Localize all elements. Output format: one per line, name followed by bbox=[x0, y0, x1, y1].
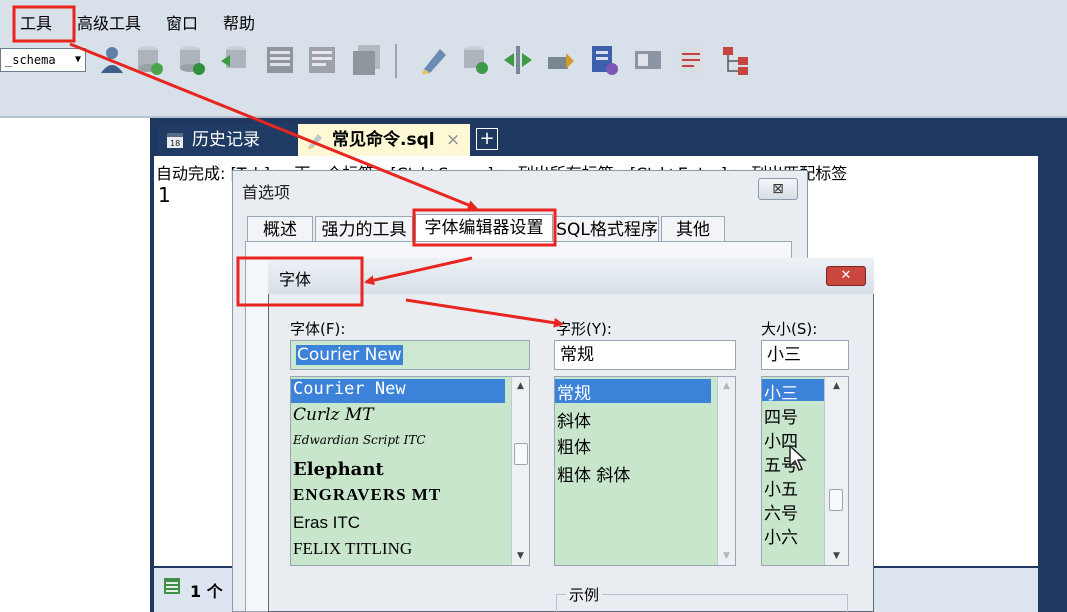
list-item[interactable]: 四号 bbox=[764, 403, 798, 428]
menu-tools[interactable]: 工具 bbox=[20, 10, 52, 34]
toolbar-separator bbox=[395, 44, 397, 78]
right-frame-border bbox=[1040, 118, 1067, 612]
database-sync-icon[interactable] bbox=[218, 43, 250, 77]
menu-advanced-tools[interactable]: 高级工具 bbox=[77, 10, 141, 34]
schema-designer-icon[interactable] bbox=[588, 43, 620, 77]
pref-tab-power-tools[interactable]: 强力的工具 bbox=[315, 216, 413, 242]
add-tab-button[interactable]: + bbox=[476, 128, 498, 150]
list-item[interactable]: 小五 bbox=[764, 475, 798, 500]
size-list-scrollbar[interactable]: ▲ ▼ bbox=[824, 377, 848, 565]
schema-select[interactable]: _schema ▼ bbox=[0, 48, 86, 72]
mouse-cursor-icon bbox=[789, 444, 807, 471]
chevron-up-icon[interactable]: ▲ bbox=[718, 381, 735, 391]
list-item[interactable]: Courier New bbox=[291, 379, 505, 403]
query-builder-icon[interactable] bbox=[632, 43, 664, 77]
list-item[interactable]: Elephant bbox=[293, 459, 384, 480]
chevron-down-icon[interactable]: ▼ bbox=[512, 551, 529, 561]
database-backup-icon[interactable] bbox=[134, 43, 166, 77]
schema-select-value: _schema bbox=[5, 53, 56, 67]
font-style-list[interactable]: 常规 斜体 粗体 粗体 斜体 ▲ ▼ bbox=[554, 376, 736, 566]
user-icon[interactable] bbox=[96, 43, 128, 77]
line-number: 1 bbox=[158, 183, 171, 207]
pref-tab-sql-formatter[interactable]: SQL格式程序 bbox=[555, 216, 659, 242]
table-copy-icon[interactable] bbox=[350, 43, 382, 77]
list-item[interactable]: FELIX TITLING bbox=[293, 539, 412, 559]
sample-label: 示例 bbox=[566, 584, 603, 605]
font-dialog-title-bar bbox=[268, 258, 874, 294]
list-item[interactable]: Eras ITC bbox=[293, 513, 360, 533]
table-export-icon[interactable] bbox=[264, 43, 296, 77]
chevron-down-icon[interactable]: ▼ bbox=[718, 551, 735, 561]
font-style-label: 字形(Y): bbox=[556, 320, 612, 338]
close-tab-icon[interactable]: × bbox=[446, 124, 460, 156]
font-dialog-title: 字体 bbox=[279, 270, 312, 289]
chevron-up-icon[interactable]: ▲ bbox=[825, 381, 848, 391]
list-item[interactable]: 小六 bbox=[764, 523, 798, 548]
pref-tab-overview[interactable]: 概述 bbox=[247, 216, 313, 242]
scroll-thumb[interactable] bbox=[829, 489, 843, 511]
list-item[interactable]: 粗体 斜体 bbox=[557, 461, 630, 486]
list-item[interactable]: 粗体 bbox=[557, 433, 591, 458]
tab-sql-file-label: 常见命令.sql bbox=[332, 130, 435, 150]
list-item[interactable]: Curlz MT bbox=[293, 405, 374, 425]
database-restore-icon[interactable] bbox=[176, 43, 208, 77]
list-item[interactable]: 六号 bbox=[764, 499, 798, 524]
chevron-down-icon: ▼ bbox=[74, 54, 81, 65]
toolbar: _schema ▼ bbox=[0, 38, 1067, 118]
font-list-scrollbar[interactable]: ▲ ▼ bbox=[511, 377, 529, 565]
calendar-icon: 18 bbox=[167, 133, 183, 148]
menu-help[interactable]: 帮助 bbox=[223, 10, 255, 34]
scroll-thumb[interactable] bbox=[514, 443, 528, 465]
preferences-title: 首选项 bbox=[242, 183, 291, 202]
list-item[interactable]: Edwardian Script ITC bbox=[293, 433, 426, 447]
font-dialog-close-button[interactable]: ✕ bbox=[826, 266, 866, 286]
font-name-label: 字体(F): bbox=[290, 320, 346, 338]
result-tab-label[interactable]: 1 个 bbox=[190, 578, 223, 602]
tab-history[interactable]: 18 历史记录 bbox=[158, 124, 296, 156]
result-grid-icon bbox=[164, 578, 180, 594]
chevron-up-icon[interactable]: ▲ bbox=[512, 381, 529, 391]
preferences-close-button[interactable]: ⊠ bbox=[758, 178, 798, 200]
list-item[interactable]: 小三 bbox=[762, 379, 824, 404]
menu-window[interactable]: 窗口 bbox=[166, 10, 198, 34]
list-item[interactable]: ENGRAVERS MT bbox=[293, 485, 441, 505]
edit-icon[interactable] bbox=[418, 43, 450, 77]
font-style-input[interactable]: 常规 bbox=[554, 340, 736, 370]
pref-tab-font-editor[interactable]: 字体编辑器设置 bbox=[415, 214, 553, 242]
hierarchy-icon[interactable] bbox=[720, 43, 752, 77]
list-item[interactable]: 斜体 bbox=[557, 407, 591, 432]
compare-icon[interactable] bbox=[502, 43, 534, 77]
tab-history-label: 历史记录 bbox=[192, 130, 260, 150]
font-size-input[interactable]: 小三 bbox=[761, 340, 849, 370]
chevron-down-icon[interactable]: ▼ bbox=[825, 551, 848, 561]
report-icon[interactable] bbox=[676, 43, 708, 77]
font-name-input[interactable]: Courier New bbox=[290, 340, 530, 370]
menu-bar: 工具 高级工具 窗口 帮助 bbox=[0, 0, 1067, 38]
left-gutter bbox=[0, 118, 150, 612]
font-name-value: Courier New bbox=[296, 345, 403, 365]
pref-tab-other[interactable]: 其他 bbox=[661, 216, 725, 242]
style-list-scrollbar[interactable]: ▲ ▼ bbox=[717, 377, 735, 565]
table-import-icon[interactable] bbox=[306, 43, 338, 77]
font-name-list[interactable]: Courier New Curlz MT Edwardian Script IT… bbox=[290, 376, 530, 566]
data-transfer-icon[interactable] bbox=[544, 43, 576, 77]
font-size-label: 大小(S): bbox=[761, 320, 818, 338]
tab-sql-file[interactable]: 常见命令.sql × bbox=[298, 124, 470, 156]
database-refresh-icon[interactable] bbox=[460, 43, 492, 77]
sql-edit-icon bbox=[308, 134, 322, 149]
list-item[interactable]: 常规 bbox=[555, 379, 711, 404]
svg-text:18: 18 bbox=[170, 139, 180, 148]
